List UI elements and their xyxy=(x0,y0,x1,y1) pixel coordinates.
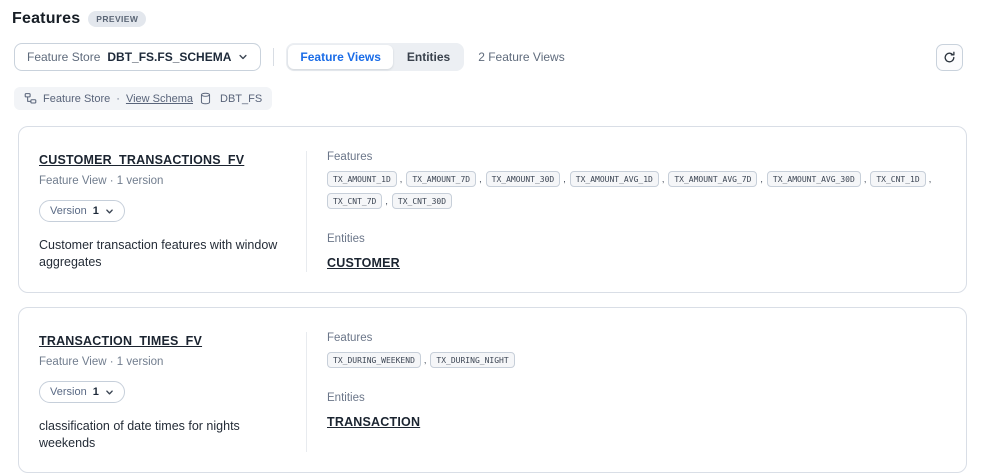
feature-view-link[interactable]: TRANSACTION_TIMES_FV xyxy=(39,334,202,348)
view-switcher: Feature Views Entities xyxy=(286,43,464,71)
preview-badge: PREVIEW xyxy=(88,11,146,27)
features-label: Features xyxy=(327,332,946,344)
page-title: Features xyxy=(12,10,80,28)
feature-store-dropdown[interactable]: Feature Store DBT_FS.FS_SCHEMA xyxy=(14,43,261,71)
database-icon xyxy=(199,92,212,105)
feature-chip: TX_CNT_1D xyxy=(870,171,925,187)
toolbar-divider xyxy=(273,48,274,66)
entity-link[interactable]: TRANSACTION xyxy=(327,415,420,429)
card-detail-column: Features TX_DURING_WEEKEND,TX_DURING_NIG… xyxy=(307,332,946,452)
feature-store-label: Feature Store xyxy=(27,50,100,64)
feature-chip: TX_AMOUNT_30D xyxy=(486,171,561,187)
feature-chip: TX_DURING_NIGHT xyxy=(430,352,514,368)
version-label: Version xyxy=(50,386,87,398)
page-header: Features PREVIEW xyxy=(0,0,985,28)
chip-separator: , xyxy=(864,174,867,184)
entities-label: Entities xyxy=(327,233,946,245)
chip-separator: , xyxy=(929,174,932,184)
chip-separator: , xyxy=(479,174,482,184)
feature-view-description: Customer transaction features with windo… xyxy=(39,237,288,271)
feature-chip: TX_AMOUNT_AVG_1D xyxy=(570,171,659,187)
tab-entities[interactable]: Entities xyxy=(395,45,462,69)
tab-feature-views[interactable]: Feature Views xyxy=(288,45,392,69)
features-label: Features xyxy=(327,151,946,163)
feature-views-count: 2 Feature Views xyxy=(478,50,565,64)
feature-chip: TX_AMOUNT_1D xyxy=(327,171,397,187)
refresh-icon xyxy=(943,51,956,64)
chip-separator: , xyxy=(385,196,388,206)
chip-separator: , xyxy=(662,174,665,184)
entity-link[interactable]: CUSTOMER xyxy=(327,256,400,270)
feature-view-description: classification of date times for nights … xyxy=(39,418,288,452)
feature-view-card: CUSTOMER_TRANSACTIONS_FV Feature View · … xyxy=(18,126,967,293)
chip-separator: , xyxy=(424,355,427,365)
breadcrumb-separator: · xyxy=(116,93,120,105)
feature-view-link[interactable]: CUSTOMER_TRANSACTIONS_FV xyxy=(39,153,244,167)
card-summary-column: TRANSACTION_TIMES_FV Feature View · 1 ve… xyxy=(39,332,307,452)
toolbar: Feature Store DBT_FS.FS_SCHEMA Feature V… xyxy=(14,43,963,71)
feature-view-card: TRANSACTION_TIMES_FV Feature View · 1 ve… xyxy=(18,307,967,473)
feature-chip: TX_CNT_7D xyxy=(327,193,382,209)
chip-separator: , xyxy=(760,174,763,184)
version-dropdown[interactable]: Version 1 xyxy=(39,381,125,403)
chip-separator: , xyxy=(563,174,566,184)
breadcrumb-row: Feature Store · View Schema DBT_FS xyxy=(14,87,985,110)
chip-separator: , xyxy=(400,174,403,184)
version-label: Version xyxy=(50,205,87,217)
chevron-down-icon xyxy=(105,388,114,397)
card-summary-column: CUSTOMER_TRANSACTIONS_FV Feature View · … xyxy=(39,151,307,272)
view-schema-link[interactable]: View Schema xyxy=(126,93,193,105)
chevron-down-icon xyxy=(105,207,114,216)
feature-view-meta: Feature View · 1 version xyxy=(39,175,288,187)
breadcrumb: Feature Store · View Schema DBT_FS xyxy=(14,87,272,110)
entity-link-list: TRANSACTION xyxy=(327,413,946,431)
features-chip-list: TX_AMOUNT_1D,TX_AMOUNT_7D,TX_AMOUNT_30D,… xyxy=(327,171,946,209)
entity-link-list: CUSTOMER xyxy=(327,254,946,272)
version-value: 1 xyxy=(93,386,99,398)
feature-chip: TX_AMOUNT_AVG_7D xyxy=(668,171,757,187)
feature-store-value: DBT_FS.FS_SCHEMA xyxy=(107,50,231,64)
feature-view-list: CUSTOMER_TRANSACTIONS_FV Feature View · … xyxy=(18,126,967,473)
breadcrumb-database: DBT_FS xyxy=(220,93,262,105)
refresh-button[interactable] xyxy=(936,44,963,71)
version-value: 1 xyxy=(93,205,99,217)
feature-chip: TX_AMOUNT_AVG_30D xyxy=(767,171,861,187)
version-dropdown[interactable]: Version 1 xyxy=(39,200,125,222)
feature-chip: TX_CNT_30D xyxy=(392,193,452,209)
entities-label: Entities xyxy=(327,392,946,404)
feature-view-meta: Feature View · 1 version xyxy=(39,356,288,368)
feature-chip: TX_DURING_WEEKEND xyxy=(327,352,421,368)
features-chip-list: TX_DURING_WEEKEND,TX_DURING_NIGHT xyxy=(327,352,946,368)
breadcrumb-label: Feature Store xyxy=(43,93,110,105)
card-detail-column: Features TX_AMOUNT_1D,TX_AMOUNT_7D,TX_AM… xyxy=(307,151,946,272)
chevron-down-icon xyxy=(238,52,248,62)
schema-icon xyxy=(24,92,37,105)
feature-chip: TX_AMOUNT_7D xyxy=(406,171,476,187)
